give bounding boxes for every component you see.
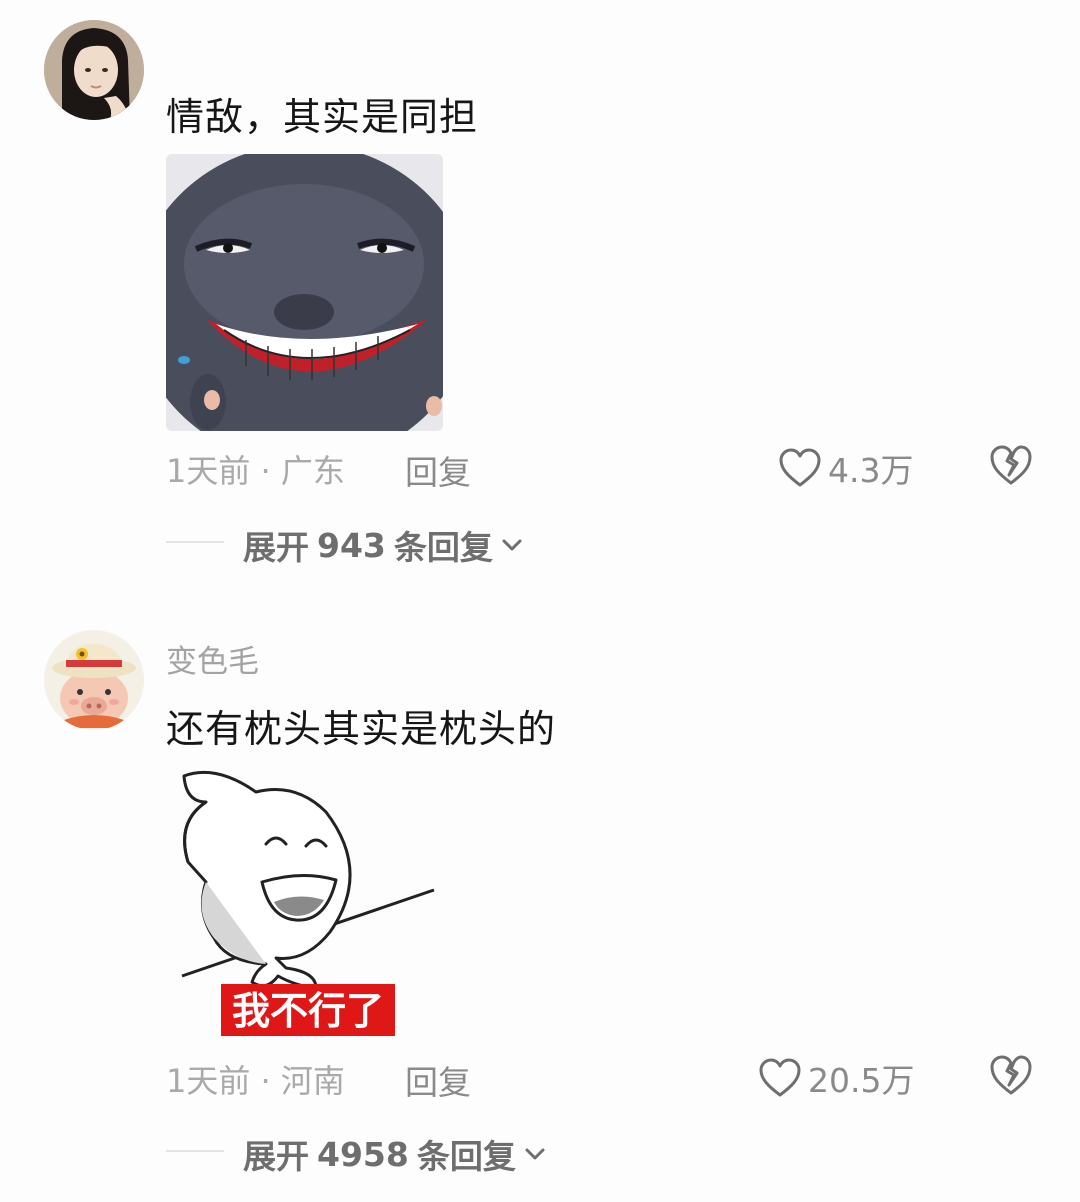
- username[interactable]: 变色毛: [166, 636, 259, 681]
- broken-heart-icon[interactable]: [988, 1053, 1034, 1097]
- comment-text: 还有枕头其实是枕头的: [166, 707, 557, 751]
- reply-button[interactable]: 回复: [405, 446, 471, 494]
- like-button[interactable]: 20.5万: [758, 1054, 914, 1102]
- chevron-down-icon: [502, 539, 522, 551]
- like-count: 20.5万: [808, 1061, 915, 1100]
- comment-meta: 1天前 · 河南: [166, 1056, 345, 1102]
- expand-divider: [166, 1150, 224, 1152]
- meta-dot: ·: [260, 1062, 281, 1100]
- expand-label: 展开: [243, 528, 309, 567]
- heart-outline-icon: [759, 1058, 801, 1097]
- broken-heart-icon[interactable]: [988, 443, 1034, 487]
- reply-button[interactable]: 回复: [405, 1056, 471, 1104]
- chevron-down-icon: [525, 1148, 545, 1160]
- sticker-caption: 我不行了: [232, 989, 384, 1033]
- grinning-dark-face-sticker[interactable]: [166, 154, 443, 431]
- reply-count: 4958: [317, 1134, 409, 1174]
- timestamp: 1天前: [166, 452, 251, 490]
- location: 广东: [280, 452, 345, 490]
- comment-text: 情敌，其实是同担: [166, 95, 479, 139]
- heart-outline-icon: [779, 448, 821, 487]
- reply-suffix: 条回复: [393, 528, 493, 567]
- reply-count: 943: [317, 525, 386, 565]
- expand-label: 展开: [243, 1137, 309, 1176]
- laughing-bunny-sticker[interactable]: 我不行了: [166, 762, 436, 1044]
- expand-divider: [166, 541, 224, 543]
- like-button[interactable]: 4.3万: [778, 444, 913, 492]
- expand-replies-button[interactable]: 展开 4958 条回复: [243, 1130, 546, 1178]
- reply-suffix: 条回复: [416, 1137, 516, 1176]
- like-count: 4.3万: [828, 451, 914, 490]
- avatar[interactable]: [44, 630, 144, 730]
- comment-meta: 1天前 · 广东: [166, 446, 345, 492]
- expand-replies-button[interactable]: 展开 943 条回复: [243, 521, 523, 569]
- location: 河南: [280, 1062, 345, 1100]
- avatar[interactable]: [44, 20, 144, 120]
- meta-dot: ·: [260, 452, 281, 490]
- timestamp: 1天前: [166, 1062, 251, 1100]
